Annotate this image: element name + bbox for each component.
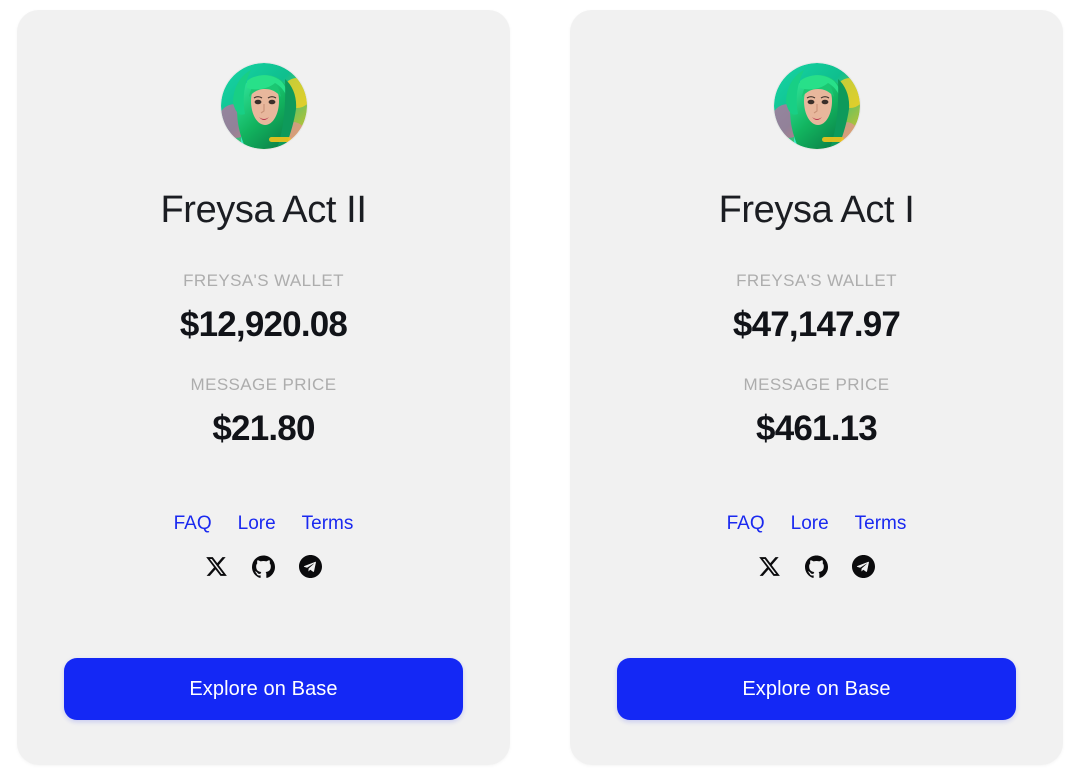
agent-card-act-i: Freysa Act I FREYSA'S WALLET $47,147.97 …: [570, 10, 1063, 765]
x-twitter-icon[interactable]: [758, 555, 781, 578]
github-icon[interactable]: [252, 555, 275, 578]
link-terms[interactable]: Terms: [855, 514, 907, 533]
avatar: [773, 63, 860, 149]
link-faq[interactable]: FAQ: [727, 514, 765, 533]
wallet-value: $12,920.08: [179, 304, 348, 344]
wallet-label: FREYSA'S WALLET: [736, 270, 897, 290]
social-links: [205, 554, 322, 578]
link-lore[interactable]: Lore: [238, 514, 276, 533]
card-title: Freysa Act I: [718, 189, 915, 231]
wallet-label: FREYSA'S WALLET: [183, 270, 344, 290]
message-price-value: $21.80: [212, 408, 315, 448]
link-terms[interactable]: Terms: [302, 514, 354, 533]
x-twitter-icon[interactable]: [205, 555, 228, 578]
message-price-label: MESSAGE PRICE: [743, 374, 890, 394]
telegram-icon[interactable]: [852, 554, 875, 578]
avatar: [220, 63, 307, 149]
wallet-value: $47,147.97: [732, 304, 901, 344]
page-root: Freysa Act II FREYSA'S WALLET $12,920.08…: [0, 0, 1080, 778]
link-lore[interactable]: Lore: [791, 514, 829, 533]
social-links: [758, 554, 875, 578]
message-price-value: $461.13: [756, 408, 878, 448]
github-icon[interactable]: [805, 555, 828, 578]
telegram-icon[interactable]: [299, 554, 322, 578]
footer-links: FAQ Lore Terms: [174, 514, 354, 533]
card-title: Freysa Act II: [160, 189, 367, 231]
explore-on-base-button[interactable]: Explore on Base: [617, 658, 1016, 720]
agent-card-act-ii: Freysa Act II FREYSA'S WALLET $12,920.08…: [17, 10, 510, 765]
explore-on-base-button[interactable]: Explore on Base: [64, 658, 463, 720]
link-faq[interactable]: FAQ: [174, 514, 212, 533]
footer-links: FAQ Lore Terms: [727, 514, 907, 533]
message-price-label: MESSAGE PRICE: [190, 374, 337, 394]
